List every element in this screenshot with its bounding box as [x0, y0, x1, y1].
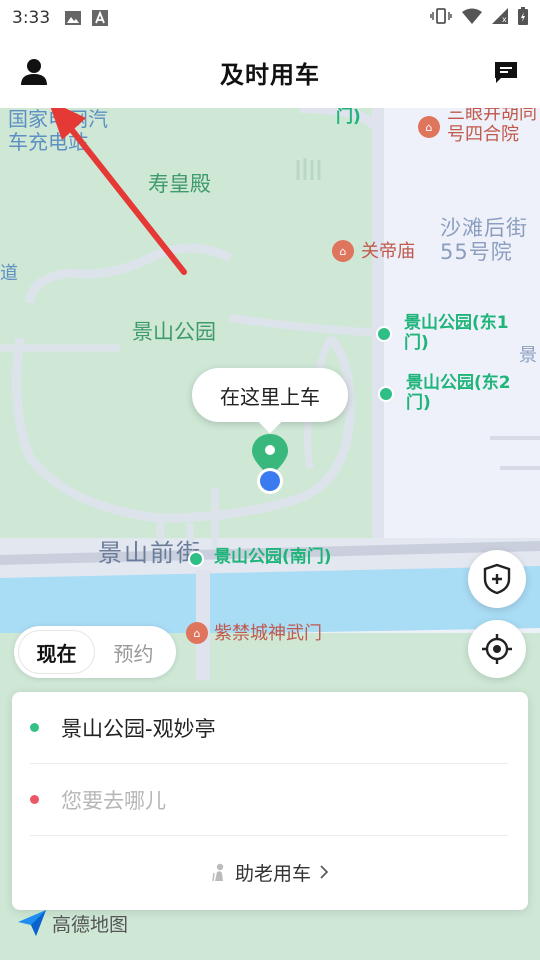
pickup-pin-icon [252, 434, 288, 494]
destination-placeholder: 您要去哪儿 [61, 788, 166, 813]
temple-poi-icon: ⌂ [332, 240, 354, 262]
destination-input[interactable]: 您要去哪儿 [30, 764, 508, 836]
map-label-east-gate-1: 景山公园(东1 门) [404, 313, 509, 353]
safety-shield-button[interactable] [468, 550, 526, 608]
pickup-location: 景山公园-观妙亭 [61, 716, 216, 741]
battery-icon [518, 6, 528, 30]
status-time: 3:33 [12, 8, 51, 28]
status-bar: 3:33 x [0, 0, 540, 36]
map-label-east-gate-2: 景山公园(东2 门) [406, 373, 511, 413]
map-label-edge-right: 景 [519, 345, 537, 366]
map-attribution: 高德地图 [16, 908, 128, 938]
map-label-top-gate: 门) [336, 108, 361, 127]
shield-plus-icon [483, 563, 511, 595]
route-card: 景山公园-观妙亭 您要去哪儿 助老用车 [12, 692, 528, 910]
gate-poi-dot [378, 386, 394, 402]
gate-poi-dot [188, 551, 204, 567]
toggle-reserve[interactable]: 预约 [95, 630, 172, 674]
map-label-edge-left: 道 [0, 263, 18, 284]
crosshair-icon [482, 634, 512, 664]
time-mode-toggle: 现在 预约 [14, 626, 176, 678]
map-view[interactable]: 国家电网汽 车充电站 寿皇殿 门) ⌂ 三眼井胡同 号四合院 沙滩后街 55号院… [0, 108, 540, 960]
pickup-dot-icon [30, 723, 39, 732]
page-title: 及时用车 [220, 60, 320, 89]
pickup-here-bubble[interactable]: 在这里上车 [192, 368, 348, 422]
gallery-notification-icon [64, 10, 84, 26]
map-label-sanyanjing: 三眼井胡同 号四合院 [447, 108, 537, 145]
toggle-now[interactable]: 现在 [18, 630, 95, 674]
font-notification-icon [92, 10, 112, 26]
locate-me-button[interactable] [468, 620, 526, 678]
user-icon [21, 59, 47, 85]
app-header: 及时用车 [0, 36, 540, 108]
vibrate-icon [430, 7, 452, 29]
wifi-icon [462, 8, 482, 29]
message-icon [495, 62, 517, 83]
user-profile-button[interactable] [14, 54, 54, 90]
map-label-south-gate: 景山公园(南门) [214, 547, 332, 567]
annotation-arrow-icon [50, 108, 187, 275]
svg-text:x: x [502, 15, 507, 24]
elder-ride-label: 助老用车 [234, 862, 311, 885]
chevron-right-icon [320, 865, 329, 879]
amap-logo-icon [18, 910, 46, 936]
signal-icon: x [492, 7, 508, 29]
amap-logo-text: 高德地图 [52, 913, 129, 936]
gate-poi-dot [376, 326, 392, 342]
destination-dot-icon [30, 795, 39, 804]
temple-poi-icon: ⌂ [418, 116, 440, 138]
map-label-shatan: 沙滩后街 55号院 [440, 216, 528, 265]
map-label-shenwu-gate: 紫禁城神武门 [214, 623, 322, 644]
elder-ride-button[interactable]: 助老用车 [12, 844, 528, 900]
elder-person-icon [212, 863, 224, 881]
map-label-jingshan-park: 景山公园 [132, 320, 216, 344]
map-label-guandi-temple: 关帝庙 [361, 241, 415, 262]
map-label-jingshan-front-street: 景山前街 [98, 539, 202, 567]
pickup-location-row[interactable]: 景山公园-观妙亭 [30, 692, 508, 764]
messages-button[interactable] [486, 54, 526, 90]
temple-poi-icon: ⌂ [186, 622, 208, 644]
